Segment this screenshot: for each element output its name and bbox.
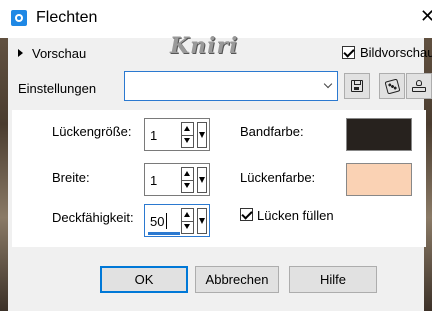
randomize-button[interactable] xyxy=(379,73,405,99)
help-button[interactable]: Hilfe xyxy=(289,266,377,293)
width-spinner[interactable]: 1 xyxy=(144,163,210,196)
background-photo-left xyxy=(0,0,8,311)
width-label: Breite: xyxy=(52,170,90,185)
preview-label: Vorschau xyxy=(32,46,87,61)
decrement-icon[interactable] xyxy=(182,221,193,233)
opacity-label: Deckfähigkeit: xyxy=(52,210,134,225)
opacity-spinner[interactable]: 50 xyxy=(144,204,210,237)
text-caret xyxy=(166,213,167,229)
ribbon-color-swatch[interactable] xyxy=(346,118,412,151)
window-title: Flechten xyxy=(36,9,98,26)
save-preset-button[interactable] xyxy=(344,73,370,99)
gap-size-spinner[interactable]: 1 xyxy=(144,118,210,151)
slider-dropdown-icon[interactable] xyxy=(197,208,207,234)
close-icon[interactable]: ✕ xyxy=(420,6,432,27)
settings-preset-dropdown[interactable] xyxy=(124,71,338,101)
watermark-logo: Kniri xyxy=(170,33,239,59)
stamp-icon xyxy=(412,80,426,92)
opacity-value[interactable]: 50 xyxy=(150,214,164,229)
fill-gaps-label: Lücken füllen xyxy=(257,208,334,223)
save-icon xyxy=(351,80,363,92)
gap-color-swatch[interactable] xyxy=(346,163,412,196)
fill-gaps-checkbox[interactable] xyxy=(240,208,253,221)
image-preview-label: Bildvorschau xyxy=(360,45,432,60)
decrement-icon[interactable] xyxy=(182,135,193,147)
dice-icon xyxy=(384,78,400,94)
gap-size-value[interactable]: 1 xyxy=(150,128,157,143)
decrement-icon[interactable] xyxy=(182,180,193,192)
slider-dropdown-icon[interactable] xyxy=(197,167,207,193)
gap-size-label: Lückengröße: xyxy=(52,124,132,139)
width-value[interactable]: 1 xyxy=(150,173,157,188)
ok-button[interactable]: OK xyxy=(100,266,188,293)
ribbon-color-label: Bandfarbe: xyxy=(240,124,304,139)
settings-label: Einstellungen xyxy=(18,81,97,96)
expand-triangle-icon xyxy=(18,49,23,57)
chevron-down-icon[interactable] xyxy=(321,72,337,100)
reset-button[interactable] xyxy=(406,73,432,99)
slider-dropdown-icon[interactable] xyxy=(197,122,207,148)
cancel-button[interactable]: Abbrechen xyxy=(195,266,279,293)
value-slider-track[interactable] xyxy=(148,232,180,235)
image-preview-checkbox[interactable] xyxy=(342,46,355,59)
gap-color-label: Lückenfarbe: xyxy=(240,170,316,185)
camera-icon xyxy=(11,10,27,26)
